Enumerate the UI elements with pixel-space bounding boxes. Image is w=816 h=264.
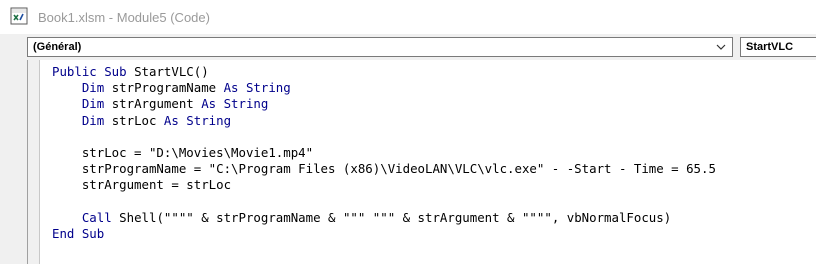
code-line[interactable]: Public Sub StartVLC() (52, 64, 716, 80)
chevron-down-icon[interactable] (716, 42, 726, 52)
window-title: Book1.xlsm - Module5 (Code) (38, 10, 210, 25)
object-dropdown-value: (Général) (33, 41, 82, 53)
code-token: strProgramName = "C:\Program Files (x86)… (52, 161, 716, 177)
code-line[interactable] (52, 129, 716, 145)
code-token: Shell("""" & strProgramName & """ """ & … (111, 209, 672, 225)
code-line[interactable]: Call Shell("""" & strProgramName & """ "… (52, 210, 716, 226)
margin-indicator-bar[interactable] (28, 60, 40, 264)
procedure-dropdown-value: StartVLC (746, 41, 794, 53)
code-token: strProgramName (104, 80, 224, 96)
excel-vba-icon (10, 7, 28, 25)
code-line[interactable] (52, 194, 716, 210)
code-editor[interactable]: Public Sub StartVLC() Dim strProgramName… (27, 60, 816, 264)
code-token: StartVLC() (126, 64, 209, 79)
code-line[interactable]: strProgramName = "C:\Program Files (x86)… (52, 161, 716, 177)
code-keyword: Dim (81, 96, 105, 112)
code-keyword: Dim (81, 80, 105, 96)
code-token: strArgument (104, 96, 202, 112)
code-line[interactable]: Dim strArgument As String (52, 96, 716, 112)
code-line[interactable]: Dim strProgramName As String (52, 80, 716, 96)
procedure-dropdown[interactable]: StartVLC (740, 37, 816, 57)
code-token: strLoc (104, 112, 164, 128)
code-keyword: As String (223, 80, 291, 96)
code-keyword: As String (163, 112, 232, 128)
code-line[interactable]: strLoc = "D:\Movies\Movie1.mp4" (52, 145, 716, 161)
code-keyword: Public Sub (52, 64, 127, 79)
object-dropdown[interactable]: (Général) (27, 37, 733, 57)
code-line[interactable]: End Sub (52, 226, 716, 242)
code-text[interactable]: Public Sub StartVLC() Dim strProgramName… (52, 64, 716, 242)
title-bar: Book1.xlsm - Module5 (Code) (0, 0, 816, 34)
code-token: strLoc = "D:\Movies\Movie1.mp4" (52, 144, 314, 160)
code-keyword: End Sub (52, 225, 105, 241)
code-line[interactable]: strArgument = strLoc (52, 177, 716, 193)
code-keyword: As String (201, 96, 269, 112)
code-keyword: Call (81, 209, 112, 225)
code-line[interactable]: Dim strLoc As String (52, 113, 716, 129)
code-dropdown-bar: (Général) StartVLC (0, 34, 816, 60)
code-token: strArgument = strLoc (52, 177, 232, 193)
code-keyword: Dim (81, 112, 105, 128)
